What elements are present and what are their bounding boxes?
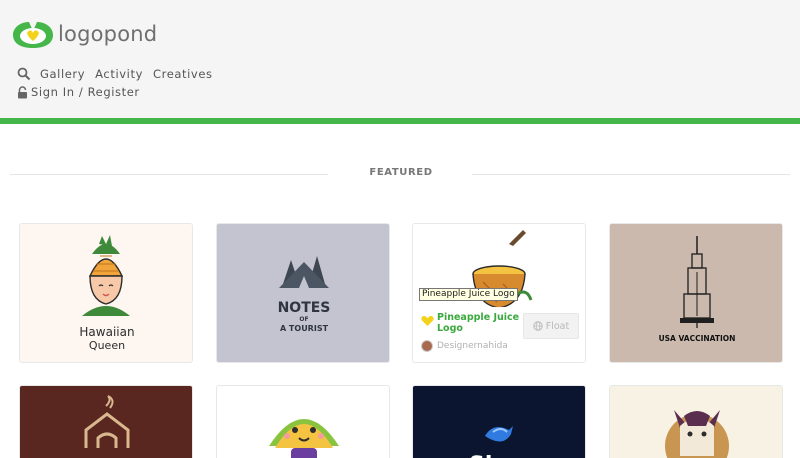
logo-title-link[interactable]: Pineapple Juice Logo [437, 312, 529, 334]
of-text: OF [299, 316, 308, 323]
featured-section-heading: FEATURED [0, 167, 800, 183]
taco-logo-art [269, 419, 339, 458]
brand-name: logopond [58, 22, 158, 46]
queen-text: Queen [89, 339, 125, 352]
a-tourist-text: A TOURIST [280, 324, 329, 333]
usa-vaccination-text: USA VACCINATION [659, 334, 736, 343]
title-tooltip: Pineapple Juice Logo [419, 288, 518, 301]
logo-card-row2-4[interactable] [609, 385, 783, 458]
logo-card-usa-vaccination[interactable]: USA VACCINATION [609, 223, 783, 363]
nav-activity-link[interactable]: Activity [95, 67, 143, 81]
logo-card-row2-1[interactable] [19, 385, 193, 458]
header-accent-bar [0, 118, 800, 124]
logo-card-hawaiian-queen[interactable]: Hawaiian Queen [19, 223, 193, 363]
hawaiian-text: Hawaiian [79, 325, 134, 339]
dog-logo-art [665, 410, 729, 458]
featured-label: FEATURED [369, 167, 433, 178]
logo-card-row2-3[interactable]: Sh [412, 385, 586, 458]
nav-gallery-link[interactable]: Gallery [40, 67, 85, 81]
search-icon[interactable] [17, 67, 31, 81]
logopond-logo[interactable]: logopond [12, 17, 157, 51]
card-hover-overlay: Pineapple Juice Logo Float Designernahid… [413, 307, 585, 362]
logo-card-row2-2[interactable] [216, 385, 390, 458]
signin-register-link[interactable]: Sign In / Register [17, 85, 140, 99]
usa-vaccination-logo-art: USA VACCINATION [659, 236, 736, 343]
bird-logo-art: Sh [469, 426, 513, 458]
signin-label: Sign In / Register [31, 85, 140, 99]
heart-icon[interactable] [421, 315, 434, 327]
bird-logo-text: Sh [469, 453, 501, 458]
notes-text: NOTES [278, 300, 331, 316]
float-label: Float [545, 320, 570, 332]
designer-name-link[interactable]: Designernahida [437, 341, 508, 351]
globe-icon [533, 321, 543, 331]
designer-avatar[interactable] [421, 340, 433, 352]
hawaiian-queen-logo-art: Hawaiian Queen [79, 235, 135, 352]
lock-icon [18, 85, 27, 98]
site-header: logopond Gallery Activity Creatives Sign… [0, 0, 800, 118]
nav-creatives-link[interactable]: Creatives [153, 67, 213, 81]
main-nav: Gallery Activity Creatives [17, 67, 223, 81]
float-button[interactable]: Float [523, 313, 579, 339]
logo-card-notes-of-a-tourist[interactable]: NOTES OF A TOURIST [216, 223, 390, 363]
lily-pad-icon [12, 17, 54, 51]
divider-right [472, 174, 790, 175]
arch-logo-art [84, 395, 130, 448]
divider-left [10, 174, 328, 175]
notes-of-a-tourist-logo-art: NOTES OF A TOURIST [278, 256, 331, 333]
